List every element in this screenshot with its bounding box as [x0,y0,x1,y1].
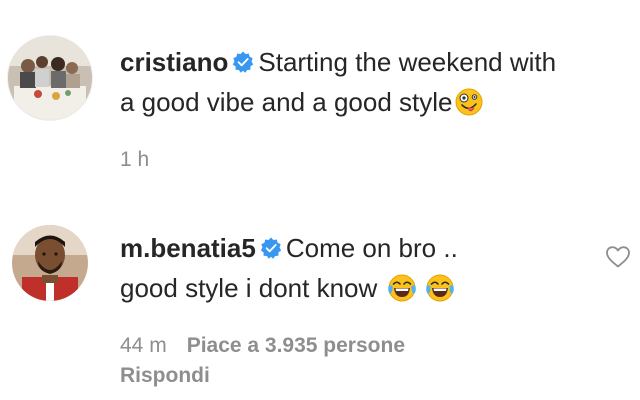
tears-of-joy-emoji-icon [425,273,455,303]
author-username[interactable]: cristiano [120,47,228,77]
tears-of-joy-emoji-icon [387,273,417,303]
comment-line1: Come on bro .. [285,233,458,263]
reply-button[interactable]: Rispondi [120,364,210,388]
zany-face-emoji-icon [454,87,484,117]
comment-line2: good style i dont know [120,273,378,303]
caption-timestamp[interactable]: 1 h [120,148,149,171]
commenter-username[interactable]: m.benatia5 [120,233,256,263]
comment-timestamp[interactable]: 44 m [120,334,167,357]
author-avatar[interactable] [8,36,92,120]
comment-thread: cristiano Starting the weekend with a good… [0,0,640,400]
comment-meta: 44 m Piace a 3.935 persone [120,334,425,358]
caption-line1: Starting the weekend with [258,47,557,77]
caption-meta: 1 h [120,148,169,172]
caption-line2: a good vibe and a good style [120,87,453,117]
comment-likes-link[interactable]: Piace a 3.935 persone [187,334,405,357]
caption-text: cristiano Starting the weekend with a good… [120,42,630,122]
verified-badge-icon [260,230,282,259]
comment-text: m.benatia5 Come on bro .. good style i don… [120,228,590,308]
verified-badge-icon [232,44,254,73]
commenter-avatar[interactable] [12,225,88,301]
like-heart-icon[interactable] [605,244,631,270]
